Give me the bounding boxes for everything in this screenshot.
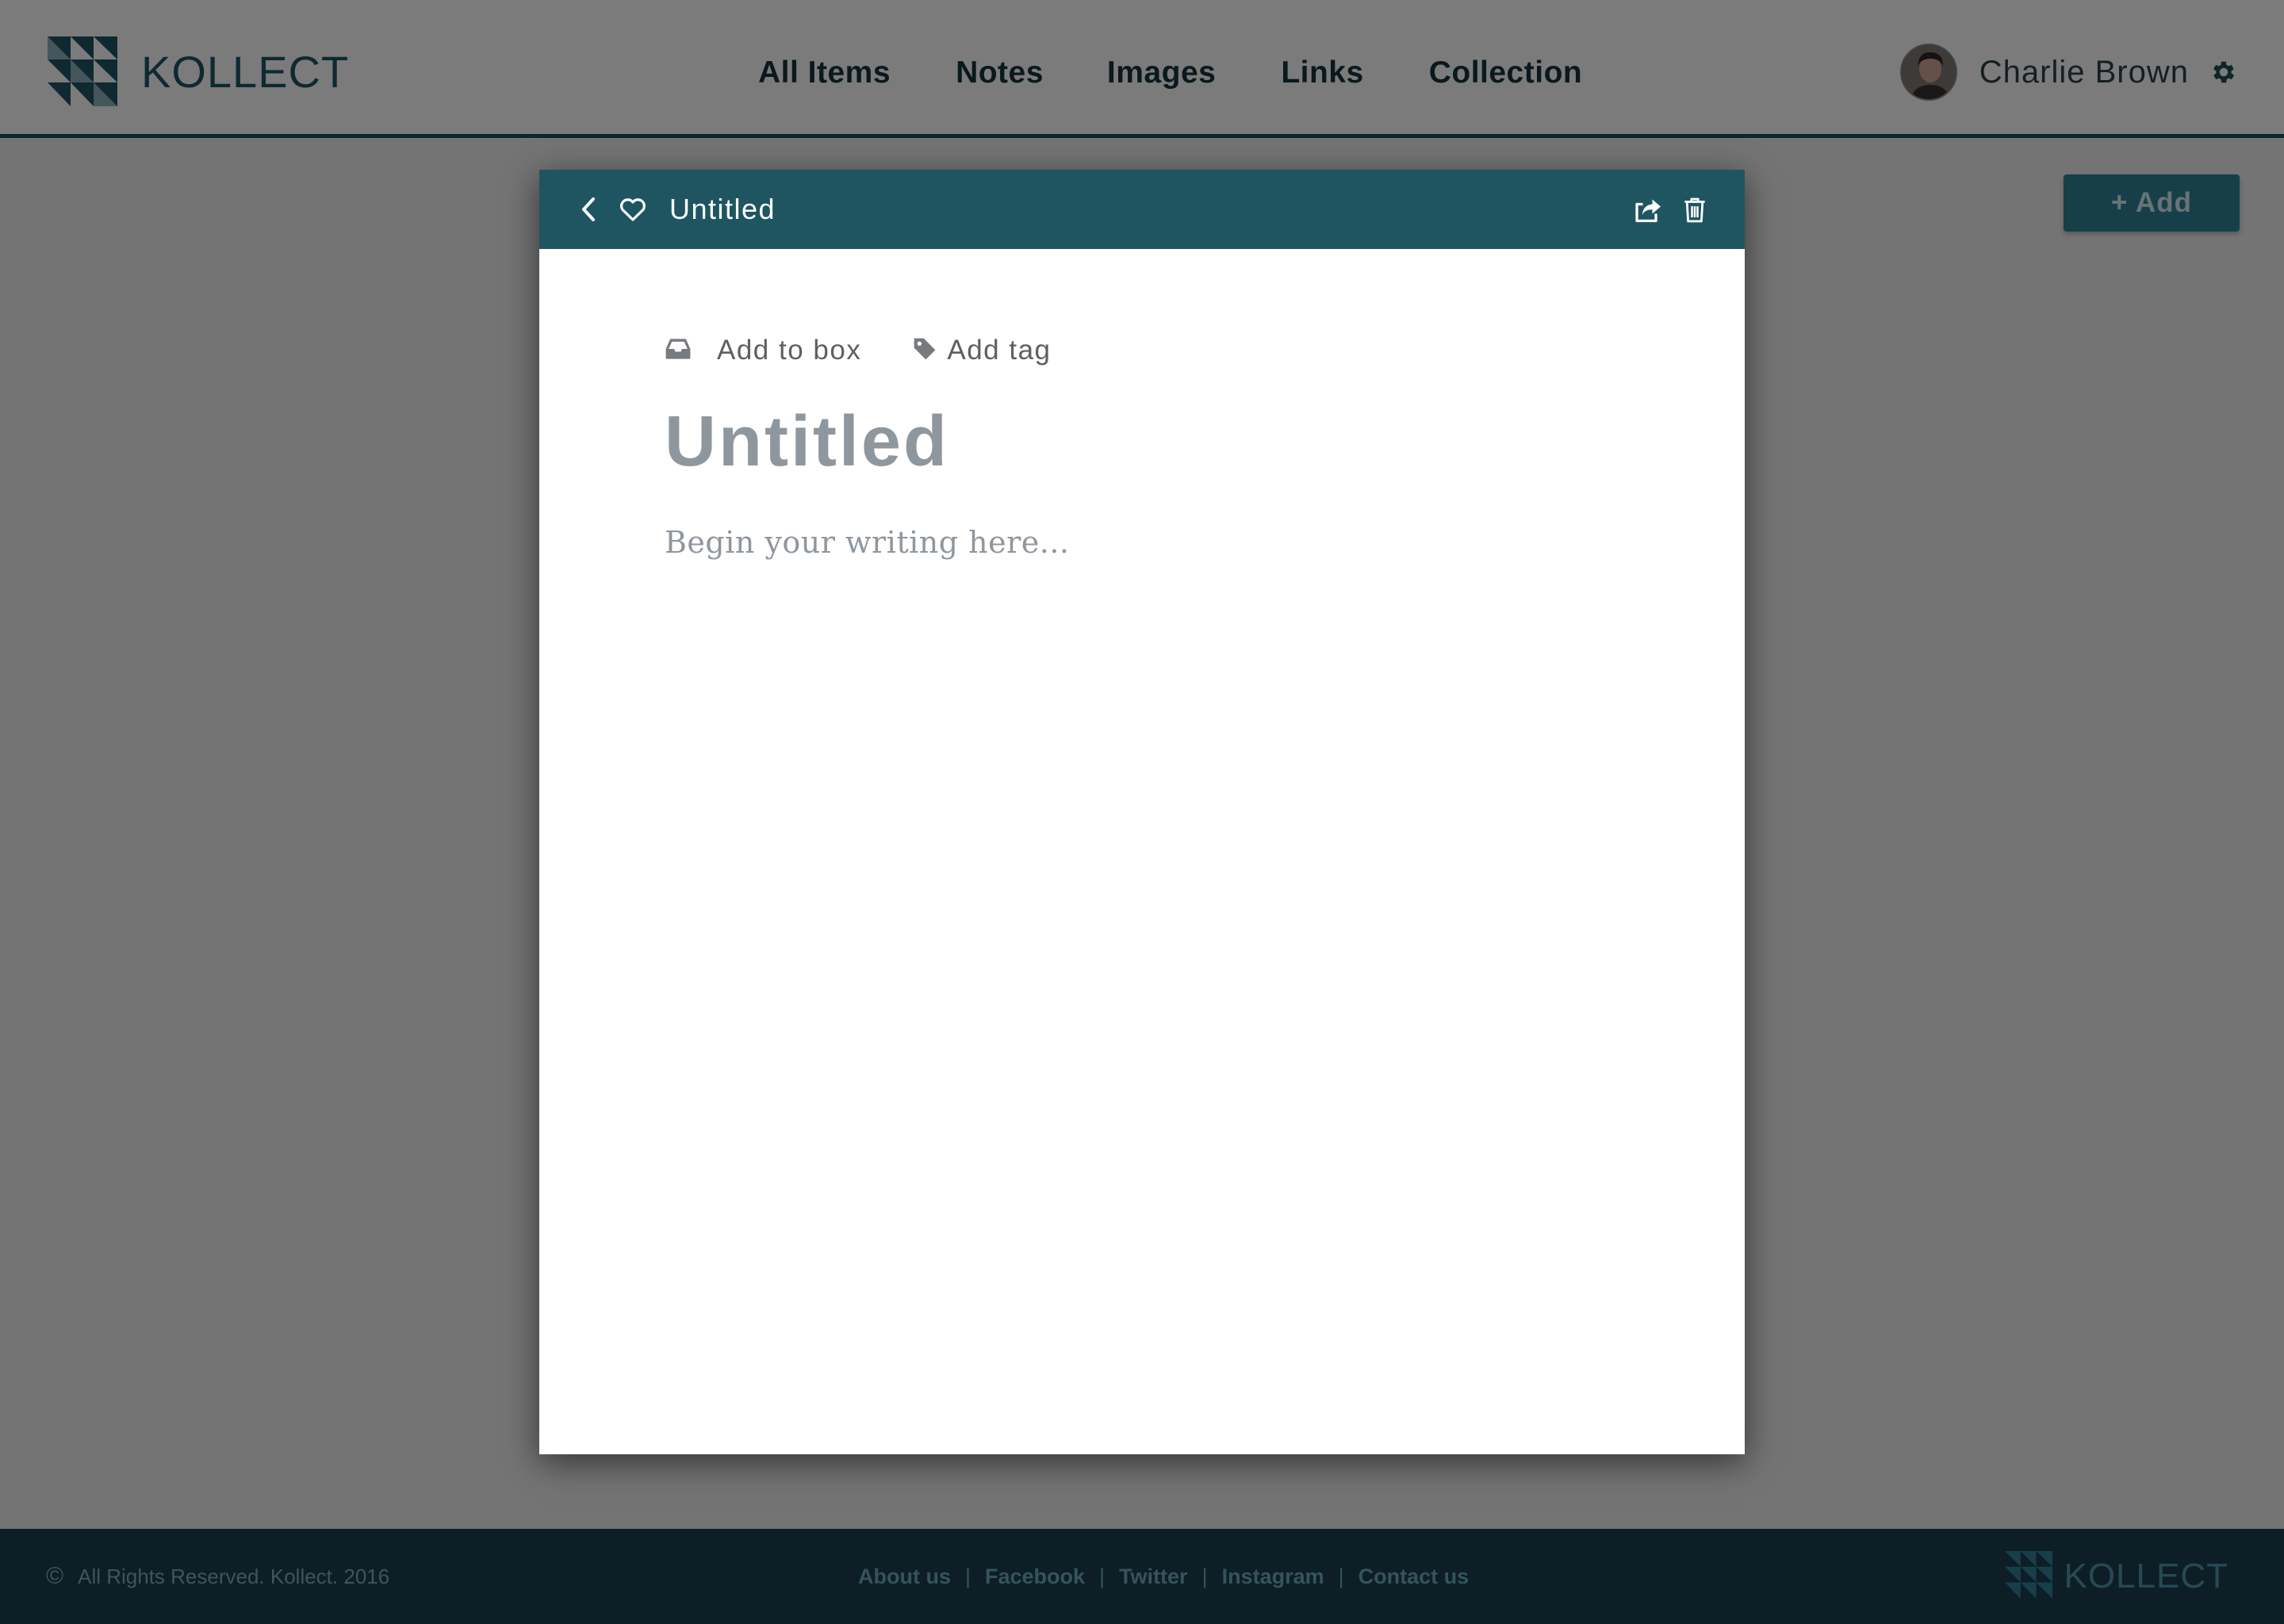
document-body-editor[interactable]: Begin your writing here... <box>665 525 1616 560</box>
add-to-box-button[interactable]: Add to box <box>665 335 861 366</box>
chevron-left-icon[interactable] <box>571 192 606 227</box>
inbox-icon <box>665 338 692 364</box>
share-icon[interactable] <box>1631 192 1667 228</box>
trash-icon[interactable] <box>1678 192 1711 228</box>
document-title-input[interactable]: Untitled <box>665 401 1616 483</box>
modal-toolbar: Untitled <box>539 170 1745 249</box>
note-editor-modal: Untitled Add to box Add tag Untitled Beg… <box>539 170 1745 1454</box>
add-to-box-label: Add to box <box>717 335 862 366</box>
modal-title: Untitled <box>669 193 776 225</box>
tag-icon <box>912 336 937 366</box>
add-tag-label: Add tag <box>947 335 1052 366</box>
add-tag-button[interactable]: Add tag <box>912 335 1051 366</box>
heart-icon[interactable] <box>615 192 650 227</box>
note-actions: Add to box Add tag <box>665 327 1102 374</box>
